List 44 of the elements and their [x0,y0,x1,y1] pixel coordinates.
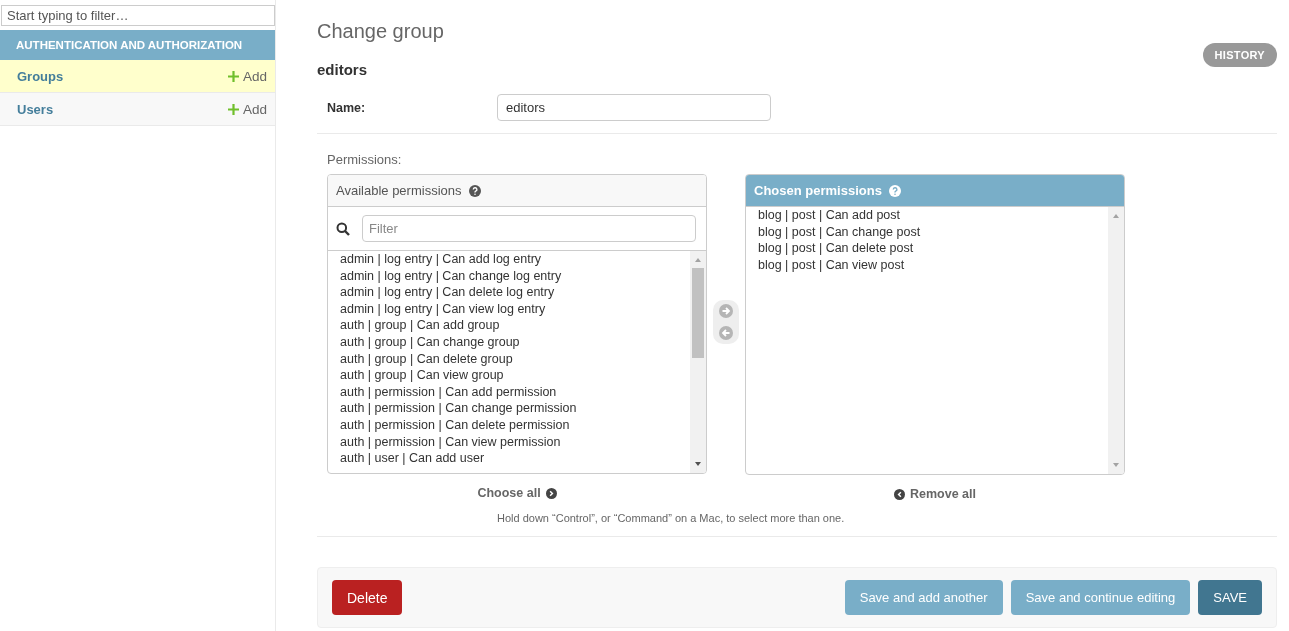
sidebar-link[interactable]: Groups [17,68,64,84]
permission-option[interactable]: auth | user | Can add user [340,450,678,467]
permission-option[interactable]: blog | post | Can delete post [758,240,1096,257]
permission-option[interactable]: auth | permission | Can add permission [340,383,678,401]
add-link[interactable]: Add [227,68,267,84]
permission-option[interactable]: blog | post | Can add post [758,207,1096,224]
plus-icon [227,70,239,82]
save-button[interactable]: SAVE [1198,580,1262,615]
delete-button[interactable]: Delete [332,580,403,615]
help-icon [888,184,901,197]
permission-option[interactable]: auth | group | Can add group [340,317,678,334]
help-icon [468,184,481,197]
permission-option[interactable]: blog | post | Can view post [758,256,1096,274]
panel-title: Available permissions [336,183,462,198]
permission-option[interactable]: auth | permission | Can change permission [340,400,678,417]
sidebar-link[interactable]: Users [17,101,54,117]
permission-option[interactable]: auth | permission | Can view permission [340,433,678,451]
field-label: Permissions: [327,152,403,167]
name-field[interactable]: editors [497,94,771,121]
permission-option[interactable]: auth | group | Can change group [340,333,678,351]
remove-all-link[interactable]: Remove all [894,487,976,501]
panel-title: Chosen permissions [754,183,882,198]
permission-option[interactable]: admin | log entry | Can view log entry [340,300,678,318]
field-label: Name: [327,100,367,115]
permission-option[interactable]: blog | post | Can change post [758,223,1096,241]
permission-option[interactable]: admin | log entry | Can add log entry [340,251,678,268]
permission-option[interactable]: admin | log entry | Can change log entry [340,267,678,285]
filter-field[interactable]: Filter [362,215,696,242]
add-link[interactable]: Add [227,101,267,117]
arrow-right-icon[interactable] [719,304,733,318]
permission-option[interactable]: admin | log entry | Can delete log entry [340,284,678,301]
arrow-left-icon [894,488,905,500]
arrow-left-icon[interactable] [719,326,733,340]
search-icon [336,221,350,236]
page-title: Change group [317,20,444,43]
permission-option[interactable]: auth | group | Can delete group [340,350,678,368]
arrow-right-icon [545,487,557,499]
help-text: Hold down “Control”, or “Command” on a Mac, to select more than one. [497,512,846,524]
object-name: editors [317,61,368,78]
permission-option[interactable]: auth | permission | Can delete permission [340,416,678,434]
filter-field[interactable]: Start typing to filter… [1,5,275,26]
permission-option[interactable]: auth | group | Can view group [340,367,678,384]
plus-icon [227,103,239,115]
choose-all-link[interactable]: Choose all [477,486,557,500]
